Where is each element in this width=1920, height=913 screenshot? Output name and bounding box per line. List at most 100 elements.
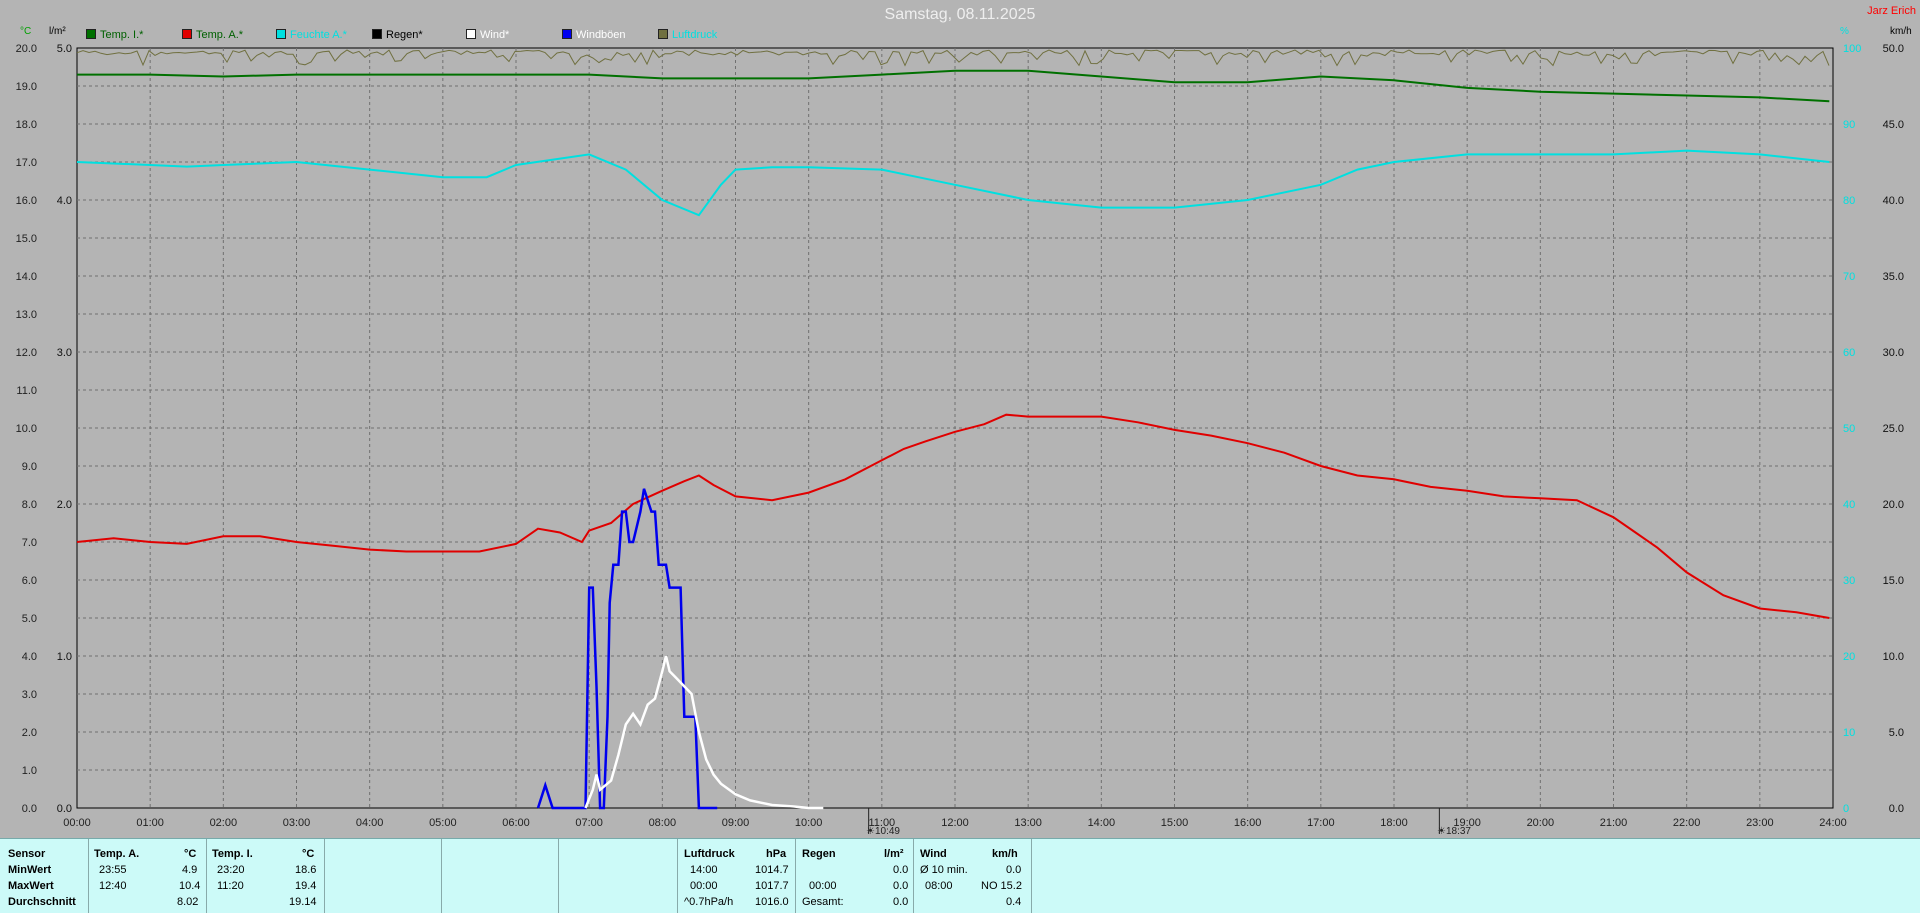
pressure-max-value: 1017.7 xyxy=(755,880,789,892)
x-tick-label: 09:00 xyxy=(722,817,750,829)
y-tick-humidity: 10 xyxy=(1843,727,1855,739)
y-tick-humidity: 40 xyxy=(1843,499,1855,511)
temp-a-min-time: 23:55 xyxy=(99,864,127,876)
legend-item[interactable]: Wind* xyxy=(466,29,509,41)
legend-label: Wind* xyxy=(480,29,510,41)
y-tick-temp: 8.0 xyxy=(22,499,37,511)
legend-label: Windböen xyxy=(576,29,626,41)
rain-time: 00:00 xyxy=(809,880,837,892)
sunset-icon: ☀ xyxy=(1437,826,1446,837)
legend-item[interactable]: Windböen xyxy=(562,29,626,41)
y-tick-rain: 1.0 xyxy=(57,651,72,663)
x-tick-label: 15:00 xyxy=(1161,817,1189,829)
y-tick-humidity: 0 xyxy=(1843,803,1849,815)
x-tick-label: 12:00 xyxy=(941,817,969,829)
wind-avg-value: 0.0 xyxy=(1006,864,1022,876)
temp-a-header: Temp. A. xyxy=(94,848,140,860)
x-tick-label: 00:00 xyxy=(63,817,91,829)
row-label-max: MaxWert xyxy=(8,880,54,892)
row-label-min: MinWert xyxy=(8,864,52,876)
y-tick-temp: 9.0 xyxy=(22,461,37,473)
legend-label: Feuchte A.* xyxy=(290,29,347,41)
pressure-average: 1016.0 xyxy=(755,896,789,908)
y-tick-humidity: 30 xyxy=(1843,575,1855,587)
y-tick-wind: 0.0 xyxy=(1889,803,1904,815)
unit-right-wind: km/h xyxy=(1890,26,1912,37)
sunrise-time: 10:49 xyxy=(874,826,900,837)
rain-value: 0.0 xyxy=(893,880,909,892)
x-tick-label: 21:00 xyxy=(1600,817,1628,829)
y-tick-humidity: 100 xyxy=(1843,43,1861,55)
sunset-marker: ☀18:37 xyxy=(1437,826,1471,837)
sunrise-icon: ☀ xyxy=(866,826,875,837)
wind-max-value: NO 15.2 xyxy=(981,880,1022,892)
empty-column-1 xyxy=(325,839,442,913)
empty-column-2 xyxy=(442,839,559,913)
x-tick-label: 02:00 xyxy=(210,817,238,829)
legend-label: Luftdruck xyxy=(672,29,718,41)
legend-item[interactable]: Temp. A.* xyxy=(182,29,243,41)
legend-item[interactable]: Temp. I.* xyxy=(86,29,143,41)
temp-i-header: Temp. I. xyxy=(212,848,253,860)
wind-header: Wind xyxy=(920,848,947,860)
rain-total-label: Gesamt: xyxy=(802,896,844,908)
y-tick-wind: 35.0 xyxy=(1883,271,1904,283)
temp-i-min-time: 23:20 xyxy=(217,864,245,876)
x-tick-label: 01:00 xyxy=(136,817,164,829)
y-tick-wind: 40.0 xyxy=(1883,195,1904,207)
y-tick-temp: 6.0 xyxy=(22,575,37,587)
legend-swatch xyxy=(276,29,286,39)
unit-right-pct: % xyxy=(1840,26,1849,37)
temp-i-max-time: 11:20 xyxy=(217,880,244,892)
empty-column-3 xyxy=(559,839,678,913)
temp-i-column: Temp. I. °C 23:20 18.6 11:20 19.4 19.14 xyxy=(207,839,325,913)
y-tick-temp: 15.0 xyxy=(16,233,37,245)
y-tick-temp: 11.0 xyxy=(16,385,37,397)
rain-header: Regen xyxy=(802,848,836,860)
x-tick-label: 22:00 xyxy=(1673,817,1701,829)
pressure-header: Luftdruck xyxy=(684,848,735,860)
temp-a-column: Temp. A. °C 23:55 4.9 12:40 10.4 8.02 xyxy=(89,839,207,913)
legend-swatch xyxy=(372,29,382,39)
legend-item[interactable]: Regen* xyxy=(372,29,423,41)
pressure-trend: ^0.7hPa/h xyxy=(684,896,734,908)
x-tick-label: 18:00 xyxy=(1380,817,1408,829)
legend-item[interactable]: Feuchte A.* xyxy=(276,29,347,41)
y-tick-wind: 5.0 xyxy=(1889,727,1904,739)
legend-item[interactable]: Luftdruck xyxy=(658,29,717,41)
y-tick-humidity: 70 xyxy=(1843,271,1855,283)
legend-label: Regen* xyxy=(386,29,423,41)
y-tick-humidity: 90 xyxy=(1843,119,1855,131)
x-tick-label: 24:00 xyxy=(1819,817,1847,829)
chart-title: Samstag, 08.11.2025 xyxy=(884,6,1036,23)
legend-label: Temp. A.* xyxy=(196,29,244,41)
y-tick-rain: 0.0 xyxy=(57,803,72,815)
pressure-column: Luftdruck hPa 14:00 1014.7 00:00 1017.7 … xyxy=(678,839,796,913)
y-tick-wind: 20.0 xyxy=(1883,499,1904,511)
y-tick-wind: 10.0 xyxy=(1883,651,1904,663)
y-tick-temp: 0.0 xyxy=(22,803,37,815)
x-tick-label: 17:00 xyxy=(1307,817,1335,829)
x-tick-label: 08:00 xyxy=(649,817,677,829)
wind-avg-label: Ø 10 min. xyxy=(920,864,968,876)
y-tick-temp: 12.0 xyxy=(16,347,37,359)
y-tick-humidity: 50 xyxy=(1843,423,1855,435)
y-tick-temp: 14.0 xyxy=(16,271,37,283)
y-tick-temp: 1.0 xyxy=(22,765,37,777)
pressure-unit: hPa xyxy=(766,848,787,860)
wind-average: 0.4 xyxy=(1006,896,1022,908)
y-tick-humidity: 60 xyxy=(1843,347,1855,359)
y-tick-wind: 25.0 xyxy=(1883,423,1904,435)
y-tick-wind: 45.0 xyxy=(1883,119,1904,131)
x-tick-label: 03:00 xyxy=(283,817,311,829)
y-tick-temp: 18.0 xyxy=(16,119,37,131)
y-tick-humidity: 80 xyxy=(1843,195,1855,207)
legend-swatch xyxy=(658,29,668,39)
sensor-header: Sensor xyxy=(8,848,46,860)
sunrise-marker: ☀10:49 xyxy=(866,826,900,837)
y-tick-wind: 30.0 xyxy=(1883,347,1904,359)
y-tick-temp: 16.0 xyxy=(16,195,37,207)
temp-a-unit: °C xyxy=(184,848,197,860)
y-tick-temp: 4.0 xyxy=(22,651,37,663)
unit-left-rain: l/m² xyxy=(49,26,66,37)
